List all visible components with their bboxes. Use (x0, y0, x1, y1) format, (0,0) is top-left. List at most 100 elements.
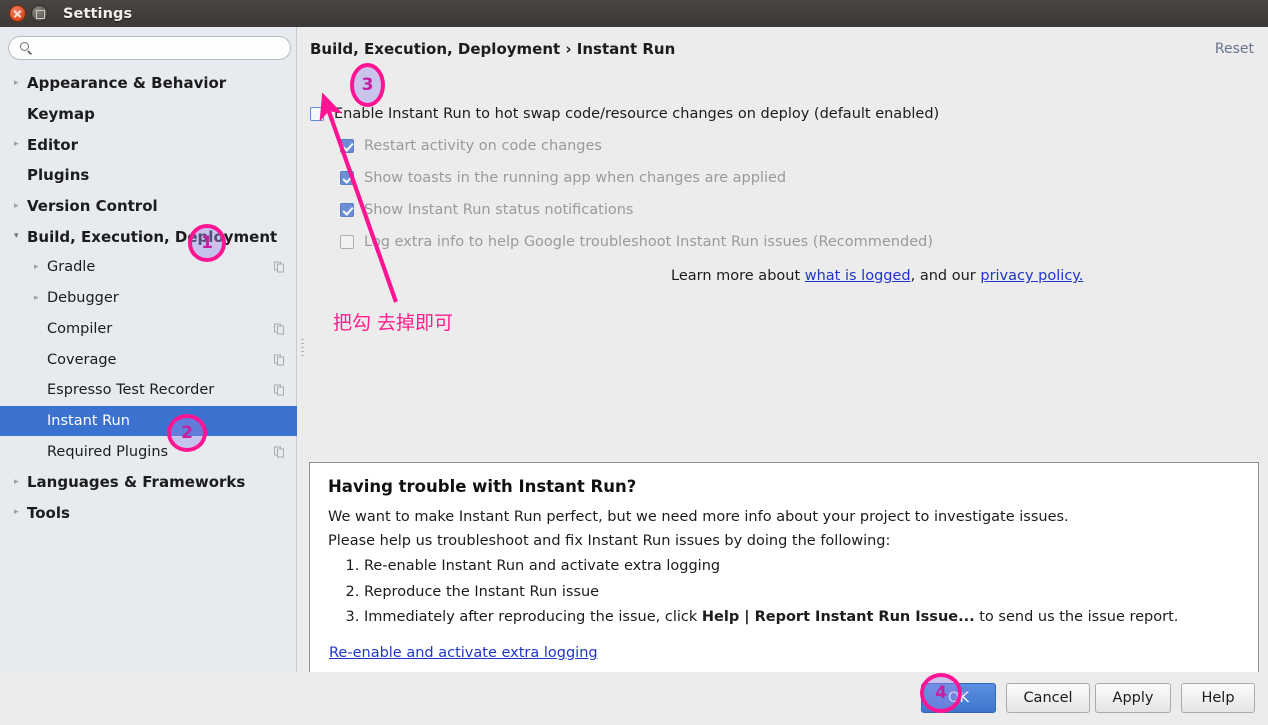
checkbox[interactable] (310, 107, 324, 121)
sidebar-item-coverage[interactable]: Coverage (0, 344, 297, 375)
what-is-logged-link[interactable]: what is logged (805, 268, 911, 284)
sidebar-item-label: Coverage (47, 351, 117, 368)
search-wrapper (8, 36, 291, 60)
sidebar-item-build-execution-deployment[interactable]: ▾ Build, Execution, Deployment (0, 221, 297, 252)
sidebar-item-label: Tools (27, 503, 70, 522)
reset-link[interactable]: Reset (1215, 41, 1254, 57)
sidebar-item-version-control[interactable]: ▸ Version Control (0, 191, 297, 222)
sidebar-item-instant-run[interactable]: Instant Run (0, 405, 297, 437)
chevron-right-icon[interactable]: ▸ (34, 262, 47, 272)
option-label: Enable Instant Run to hot swap code/reso… (334, 106, 940, 122)
sidebar-item-label: Languages & Frameworks (27, 473, 246, 492)
sidebar-item-label: Required Plugins (47, 443, 169, 460)
splitter-grip (301, 338, 304, 361)
trouble-paragraph-2: Please help us troubleshoot and fix Inst… (328, 533, 891, 549)
option-label: Restart activity on code changes (364, 138, 602, 154)
sidebar-splitter[interactable] (297, 27, 308, 672)
step-bold-text: Help | Report Instant Run Issue... (701, 609, 975, 625)
sidebar-item-label: Keymap (27, 105, 95, 124)
sidebar-item-label: Appearance & Behavior (27, 74, 227, 93)
close-icon[interactable] (9, 5, 26, 22)
option-row-1[interactable]: Enable Instant Run to hot swap code/reso… (310, 106, 939, 122)
option-row-2[interactable]: Restart activity on code changes (340, 138, 602, 154)
sidebar-item-tools[interactable]: ▸ Tools (0, 498, 297, 529)
chevron-right-icon[interactable]: ▸ (14, 140, 27, 149)
checkbox[interactable] (340, 139, 354, 153)
privacy-policy-link[interactable]: privacy policy. (980, 268, 1083, 284)
sidebar-item-gradle[interactable]: ▸ Gradle (0, 252, 297, 283)
option-row-4[interactable]: Show Instant Run status notifications (340, 202, 633, 218)
copy-settings-icon[interactable] (274, 446, 285, 458)
trouble-step: Reproduce the Instant Run issue (364, 584, 1178, 600)
copy-settings-icon[interactable] (274, 261, 285, 273)
learn-more-line: Learn more about what is logged, and our… (671, 268, 1083, 284)
sidebar-item-editor[interactable]: ▸ Editor (0, 129, 297, 160)
dialog-footer: OK Cancel Apply Help (0, 672, 1268, 725)
step-text: Re-enable Instant Run and activate extra… (364, 558, 721, 574)
learn-more-middle: , and our (910, 268, 981, 284)
option-label: Log extra info to help Google troublesho… (364, 234, 933, 250)
checkbox[interactable] (340, 171, 354, 185)
learn-more-prefix: Learn more about (671, 268, 805, 284)
cancel-button[interactable]: Cancel (1006, 683, 1090, 713)
sidebar-item-label: Version Control (27, 197, 158, 216)
sidebar-item-debugger[interactable]: ▸ Debugger (0, 283, 297, 314)
chevron-right-icon[interactable]: ▸ (34, 293, 47, 303)
chinese-annotation-note: 把勾 去掉即可 (333, 312, 454, 334)
trouble-step: Immediately after reproducing the issue,… (364, 609, 1178, 625)
copy-settings-icon[interactable] (274, 323, 285, 335)
maximize-icon[interactable] (31, 5, 48, 22)
window-title: Settings (63, 5, 133, 22)
sidebar-item-plugins[interactable]: Plugins (0, 160, 297, 191)
sidebar-item-label: Debugger (47, 290, 119, 307)
chevron-right-icon[interactable]: ▸ (14, 78, 27, 88)
settings-main-panel: Build, Execution, Deployment › Instant R… (308, 27, 1268, 680)
dialog-body: ▸ Appearance & Behavior Keymap ▸ Editor Plugi… (0, 27, 1268, 680)
sidebar-item-languages-frameworks[interactable]: ▸ Languages & Frameworks (0, 467, 297, 498)
breadcrumb: Build, Execution, Deployment › Instant R… (310, 40, 676, 58)
sidebar-item-keymap[interactable]: Keymap (0, 99, 297, 130)
sidebar-item-required-plugins[interactable]: Required Plugins (0, 436, 297, 467)
search-icon (20, 42, 29, 51)
checkbox[interactable] (340, 203, 354, 217)
step-text: Reproduce the Instant Run issue (364, 583, 600, 600)
trouble-paragraph-1: We want to make Instant Run perfect, but… (328, 509, 1069, 525)
step-text: Immediately after reproducing the issue,… (364, 609, 702, 625)
search-input[interactable] (37, 39, 282, 58)
settings-tree: ▸ Appearance & Behavior Keymap ▸ Editor Plugi… (0, 68, 297, 528)
copy-settings-icon[interactable] (274, 384, 285, 396)
sidebar-item-label: Editor (27, 135, 78, 154)
checkbox[interactable] (340, 235, 354, 249)
option-label: Show Instant Run status notifications (364, 202, 634, 218)
title-bar: Settings (0, 0, 1268, 27)
settings-sidebar: ▸ Appearance & Behavior Keymap ▸ Editor Plugi… (0, 27, 297, 672)
option-row-5[interactable]: Log extra info to help Google troublesho… (340, 234, 933, 250)
sidebar-item-label: Plugins (27, 166, 90, 185)
trouble-steps: Re-enable Instant Run and activate extra… (328, 558, 1178, 635)
option-row-3[interactable]: Show toasts in the running app when chan… (340, 170, 786, 186)
step-tail-text: to send us the issue report. (974, 609, 1179, 625)
sidebar-item-compiler[interactable]: Compiler (0, 314, 297, 345)
trouble-heading: Having trouble with Instant Run? (328, 477, 637, 496)
trouble-step: Re-enable Instant Run and activate extra… (364, 558, 1178, 574)
trouble-panel: Having trouble with Instant Run? We want… (309, 462, 1259, 680)
apply-button[interactable]: Apply (1095, 683, 1171, 713)
copy-settings-icon[interactable] (274, 354, 285, 366)
option-label: Show toasts in the running app when chan… (364, 170, 787, 186)
sidebar-item-appearance-behavior[interactable]: ▸ Appearance & Behavior (0, 68, 297, 99)
re-enable-logging-link[interactable]: Re-enable and activate extra logging (329, 645, 598, 661)
chevron-right-icon[interactable]: ▸ (14, 201, 27, 211)
sidebar-item-label: Espresso Test Recorder (47, 382, 215, 399)
sidebar-item-espresso-test-recorder[interactable]: Espresso Test Recorder (0, 375, 297, 406)
sidebar-item-label: Instant Run (47, 412, 130, 429)
chevron-right-icon[interactable]: ▸ (14, 508, 27, 517)
chevron-right-icon[interactable]: ▸ (14, 477, 27, 487)
settings-window: Settings ▸ Appearance & Behavior Keymap ▸ Ed… (0, 0, 1268, 725)
ok-button[interactable]: OK (921, 683, 996, 713)
help-button[interactable]: Help (1181, 683, 1255, 713)
sidebar-item-label: Build, Execution, Deployment (27, 227, 278, 246)
search-box[interactable] (8, 36, 291, 60)
sidebar-item-label: Gradle (47, 259, 96, 276)
chevron-down-icon[interactable]: ▾ (14, 232, 27, 241)
sidebar-item-label: Compiler (47, 320, 113, 337)
